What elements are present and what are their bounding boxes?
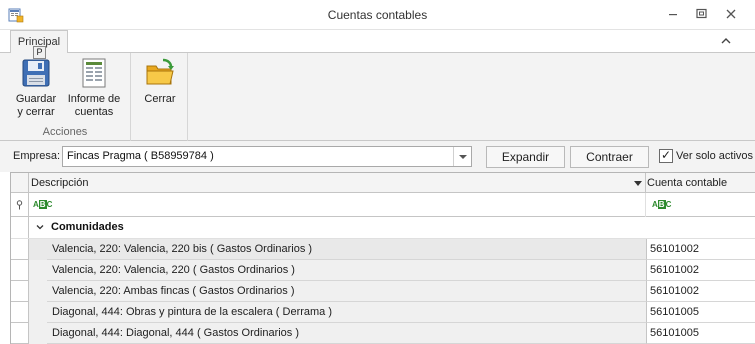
cell-descripcion[interactable]: Valencia, 220: Valencia, 220 ( Gastos Or… [47, 260, 647, 281]
keytip-badge: P [33, 46, 46, 59]
empresa-value: Fincas Pragma ( B58959784 ) [67, 150, 214, 162]
table-row[interactable]: Valencia, 220: Ambas fincas ( Gastos Ord… [11, 281, 755, 302]
table-row[interactable]: Diagonal, 444: Obras y pintura de la esc… [11, 302, 755, 323]
group-indicator-cell [11, 217, 29, 238]
filter-bar: Empresa: Fincas Pragma ( B58959784 ) Exp… [0, 141, 755, 172]
save-label-1: Guardar [15, 93, 57, 105]
column-header-cuenta[interactable]: Cuenta contable [647, 177, 727, 189]
group-title: Comunidades [51, 221, 124, 233]
close-icon[interactable] [718, 4, 744, 26]
filter-indicator-cell [11, 193, 29, 216]
row-indicator [11, 302, 29, 323]
save-label-2: y cerrar [17, 106, 55, 118]
sort-arrow-icon[interactable] [634, 181, 642, 186]
abc-filter-icon[interactable]: ABC [651, 200, 672, 210]
auto-filter-row: ABC ABC [11, 193, 755, 217]
ribbon-group-acciones: Guardar y cerrar Informe de cuentas Acci… [0, 53, 131, 141]
group-label-acciones: Acciones [42, 126, 88, 138]
report-icon [82, 58, 106, 88]
report-label-1: Informe de [67, 93, 121, 105]
row-indicator [11, 239, 29, 260]
collapse-ribbon-icon[interactable] [720, 35, 732, 47]
close-button[interactable]: Cerrar [134, 57, 186, 106]
restore-icon[interactable] [688, 4, 714, 26]
save-and-close-button[interactable]: Guardar y cerrar [6, 57, 66, 119]
column-header-descripcion-label: Descripción [31, 177, 89, 189]
empresa-select[interactable]: Fincas Pragma ( B58959784 ) [62, 146, 472, 167]
cell-descripcion[interactable]: Diagonal, 444: Diagonal, 444 ( Gastos Or… [47, 323, 647, 344]
ribbon: Guardar y cerrar Informe de cuentas Acci… [0, 52, 755, 141]
cell-descripcion[interactable]: Valencia, 220: Ambas fincas ( Gastos Ord… [47, 281, 647, 302]
title-bar: Cuentas contables [0, 0, 755, 30]
abc-filter-icon[interactable]: ABC [32, 200, 53, 210]
row-indicator [11, 323, 29, 344]
group-row[interactable]: Comunidades [11, 217, 755, 239]
filter-cell-descripcion[interactable]: ABC [30, 193, 646, 217]
empresa-label: Empresa: [13, 150, 61, 162]
cell-cuenta[interactable]: 56101002 [647, 281, 755, 302]
collapse-button[interactable]: Contraer [570, 146, 649, 168]
window-title: Cuentas contables [327, 8, 428, 22]
checkmark-icon: ✓ [661, 148, 672, 162]
cell-cuenta[interactable]: 56101002 [647, 239, 755, 260]
cell-cuenta[interactable]: 56101005 [647, 302, 755, 323]
table-row[interactable]: Valencia, 220: Valencia, 220 ( Gastos Or… [11, 260, 755, 281]
report-button[interactable]: Informe de cuentas [63, 57, 125, 119]
header-indicator-cell [11, 173, 29, 192]
ribbon-group-cerrar: Cerrar [131, 53, 188, 141]
row-indicator [11, 281, 29, 302]
table-row[interactable]: Diagonal, 444: Diagonal, 444 ( Gastos Or… [11, 323, 755, 344]
save-icon [22, 59, 50, 87]
table-row[interactable]: Valencia, 220: Valencia, 220 bis ( Gasto… [11, 239, 755, 260]
chevron-down-icon[interactable] [35, 222, 45, 232]
cell-descripcion[interactable]: Diagonal, 444: Obras y pintura de la esc… [47, 302, 647, 323]
pin-icon [16, 200, 23, 210]
report-label-2: cuentas [74, 106, 114, 118]
cell-cuenta[interactable]: 56101002 [647, 260, 755, 281]
minimize-icon[interactable] [660, 4, 686, 26]
folder-close-icon [146, 58, 174, 85]
expand-button[interactable]: Expandir [486, 146, 565, 168]
column-header-descripcion[interactable]: Descripción [30, 173, 646, 193]
cell-descripcion[interactable]: Valencia, 220: Valencia, 220 bis ( Gasto… [47, 239, 647, 260]
grid-header: Descripción Cuenta contable [11, 173, 755, 193]
solo-activos-label: Ver solo activos [676, 150, 754, 162]
chevron-down-icon[interactable] [453, 147, 471, 166]
row-indicator [11, 260, 29, 281]
close-label: Cerrar [144, 93, 176, 105]
solo-activos-checkbox[interactable]: ✓ [659, 148, 673, 163]
accounts-grid: Descripción Cuenta contable ABC ABC Comu… [10, 172, 755, 344]
cell-cuenta[interactable]: 56101005 [647, 323, 755, 344]
ribbon-tab-row: Principal [0, 30, 755, 53]
